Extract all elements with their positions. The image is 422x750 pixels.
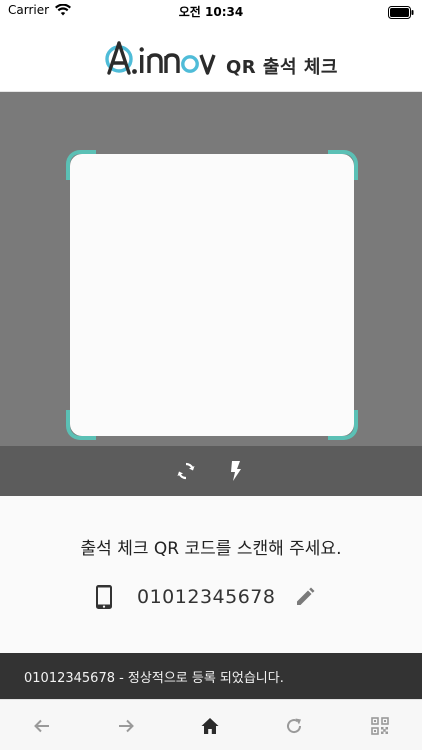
edit-phone-button[interactable] xyxy=(294,586,316,608)
forward-arrow-icon xyxy=(119,719,134,733)
phone-number: 01012345678 xyxy=(137,586,276,608)
home-icon xyxy=(201,718,219,734)
back-button[interactable] xyxy=(32,716,52,736)
status-time: 오전 10:34 xyxy=(178,5,244,19)
ainnov-logo xyxy=(105,41,216,75)
scan-frame xyxy=(66,150,358,440)
smartphone-icon xyxy=(96,585,112,609)
flash-icon xyxy=(231,461,241,481)
frame-corner-bottom-left xyxy=(66,410,96,440)
info-section: 출석 체크 QR 코드를 스캔해 주세요. 01012345678 xyxy=(0,496,422,653)
camera-switch-button[interactable] xyxy=(174,459,198,483)
status-bar: Carrier 오전 10:34 xyxy=(0,0,422,22)
reload-button[interactable] xyxy=(284,716,304,736)
frame-corner-top-right xyxy=(328,150,358,180)
camera-controls xyxy=(0,446,422,496)
page-title: QR 출석 체크 xyxy=(226,57,338,78)
pencil-icon xyxy=(297,587,315,605)
reload-icon xyxy=(287,718,302,734)
qr-scanner-view xyxy=(0,92,422,446)
home-button[interactable] xyxy=(200,716,220,736)
phone-row: 01012345678 xyxy=(0,582,422,612)
scan-window xyxy=(70,154,354,436)
back-arrow-icon xyxy=(34,719,49,733)
battery-icon xyxy=(388,4,414,23)
qr-code-icon xyxy=(371,717,389,735)
registration-message: 01012345678 - 정상적으로 등록 되었습니다. xyxy=(24,671,284,686)
status-message-bar: 01012345678 - 정상적으로 등록 되었습니다. xyxy=(0,653,422,699)
flash-button[interactable] xyxy=(224,459,248,483)
bottom-toolbar xyxy=(0,699,422,750)
scan-instruction: 출석 체크 QR 코드를 스캔해 주세요. xyxy=(80,539,342,559)
frame-corner-top-left xyxy=(66,150,96,180)
frame-corner-bottom-right xyxy=(328,410,358,440)
qr-scan-button[interactable] xyxy=(370,716,390,736)
forward-button[interactable] xyxy=(116,716,136,736)
app-header: QR 출석 체크 xyxy=(0,22,422,92)
camera-switch-icon xyxy=(177,462,195,480)
